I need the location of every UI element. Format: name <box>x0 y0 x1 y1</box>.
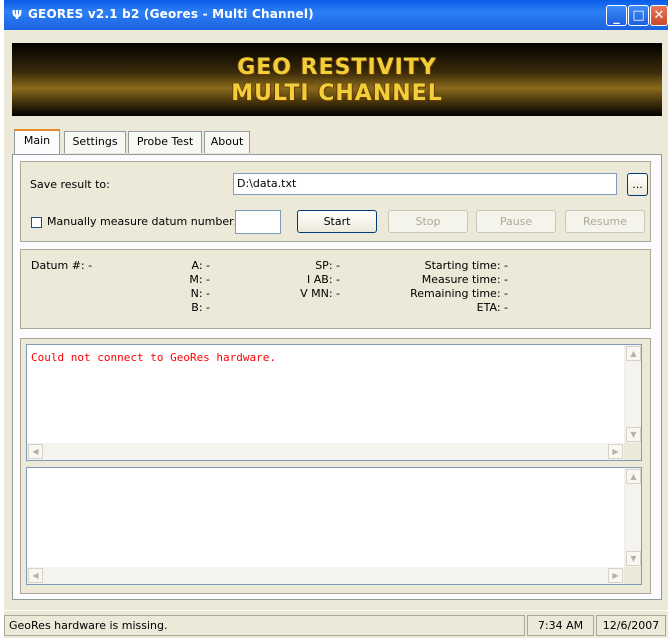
measure-time-readout: Measure time: - <box>421 273 508 286</box>
status-bar: GeoRes hardware is missing. 7:34 AM 12/6… <box>4 610 668 638</box>
measurement-controls-group: Save result to: D:\data.txt ... Manually… <box>20 161 651 242</box>
tab-about[interactable]: About <box>204 131 250 153</box>
scroll-up-icon[interactable]: ▲ <box>626 346 641 361</box>
close-icon: ✕ <box>653 8 665 23</box>
current-iab-readout: I AB: - <box>307 273 340 286</box>
log-textarea[interactable]: Could not connect to GeoRes hardware. ▲ … <box>26 344 642 461</box>
browse-button[interactable]: ... <box>627 173 648 196</box>
banner-title: GEO RESTIVITY <box>237 55 437 80</box>
manual-datum-checkbox[interactable] <box>31 217 42 228</box>
starting-time-readout: Starting time: - <box>424 259 508 272</box>
electrode-b-readout: B: - <box>191 301 210 314</box>
log-vertical-scrollbar[interactable]: ▲ ▼ <box>624 345 641 443</box>
main-tab-panel: Save result to: D:\data.txt ... Manually… <box>12 154 662 600</box>
tuning-fork-icon: Ψ <box>11 8 23 22</box>
maximize-icon: □ <box>632 8 645 23</box>
remaining-time-readout: Remaining time: - <box>410 287 508 300</box>
scroll-corner <box>624 567 641 584</box>
minimize-button[interactable]: _ <box>606 5 627 26</box>
header-banner: GEO RESTIVITY MULTI CHANNEL <box>12 43 662 116</box>
electrode-a-readout: A: - <box>191 259 210 272</box>
maximize-button[interactable]: □ <box>628 5 649 26</box>
scroll-left-icon[interactable]: ◀ <box>28 444 43 459</box>
manual-datum-label: Manually measure datum number: <box>47 215 238 228</box>
status-date: 12/6/2007 <box>596 615 666 636</box>
scroll-left-icon[interactable]: ◀ <box>28 568 43 583</box>
measurement-info-group: Datum #: - A: - M: - N: - B: - SP: - I A… <box>20 249 651 329</box>
banner-subtitle: MULTI CHANNEL <box>231 81 443 106</box>
pause-button[interactable]: Pause <box>476 210 556 233</box>
stop-button[interactable]: Stop <box>388 210 468 233</box>
sp-readout: SP: - <box>315 259 340 272</box>
electrode-n-readout: N: - <box>190 287 210 300</box>
datum-readout: Datum #: - <box>31 259 93 272</box>
scroll-right-icon[interactable]: ▶ <box>608 568 623 583</box>
save-result-label: Save result to: <box>30 178 110 191</box>
scroll-down-icon[interactable]: ▼ <box>626 427 641 442</box>
log-horizontal-scrollbar[interactable]: ◀ ▶ <box>27 443 624 460</box>
title-bar[interactable]: Ψ GEORES v2.1 b2 (Geores - Multi Channel… <box>4 0 668 30</box>
eta-readout: ETA: - <box>476 301 508 314</box>
save-path-input[interactable]: D:\data.txt <box>233 173 617 195</box>
scroll-corner <box>624 443 641 460</box>
electrode-m-readout: M: - <box>189 273 210 286</box>
output-horizontal-scrollbar[interactable]: ◀ ▶ <box>27 567 624 584</box>
window-title: GEORES v2.1 b2 (Geores - Multi Channel) <box>28 7 314 21</box>
output-vertical-scrollbar[interactable]: ▲ ▼ <box>624 468 641 567</box>
scroll-down-icon[interactable]: ▼ <box>626 551 641 566</box>
status-message: GeoRes hardware is missing. <box>4 615 525 636</box>
scroll-right-icon[interactable]: ▶ <box>608 444 623 459</box>
tab-settings[interactable]: Settings <box>64 131 126 153</box>
close-button[interactable]: ✕ <box>650 5 668 26</box>
scroll-up-icon[interactable]: ▲ <box>626 469 641 484</box>
log-area-group: Could not connect to GeoRes hardware. ▲ … <box>20 338 651 594</box>
tab-main[interactable]: Main <box>14 129 60 154</box>
status-time: 7:34 AM <box>527 615 594 636</box>
datum-number-input[interactable] <box>235 210 281 234</box>
log-message: Could not connect to GeoRes hardware. <box>31 351 277 364</box>
tab-probe-test[interactable]: Probe Test <box>128 131 202 153</box>
output-textarea[interactable]: ▲ ▼ ◀ ▶ <box>26 467 642 585</box>
voltage-vmn-readout: V MN: - <box>300 287 340 300</box>
minimize-icon: _ <box>613 10 620 25</box>
app-window: Ψ GEORES v2.1 b2 (Geores - Multi Channel… <box>4 0 668 638</box>
resume-button[interactable]: Resume <box>565 210 645 233</box>
start-button[interactable]: Start <box>297 210 377 233</box>
